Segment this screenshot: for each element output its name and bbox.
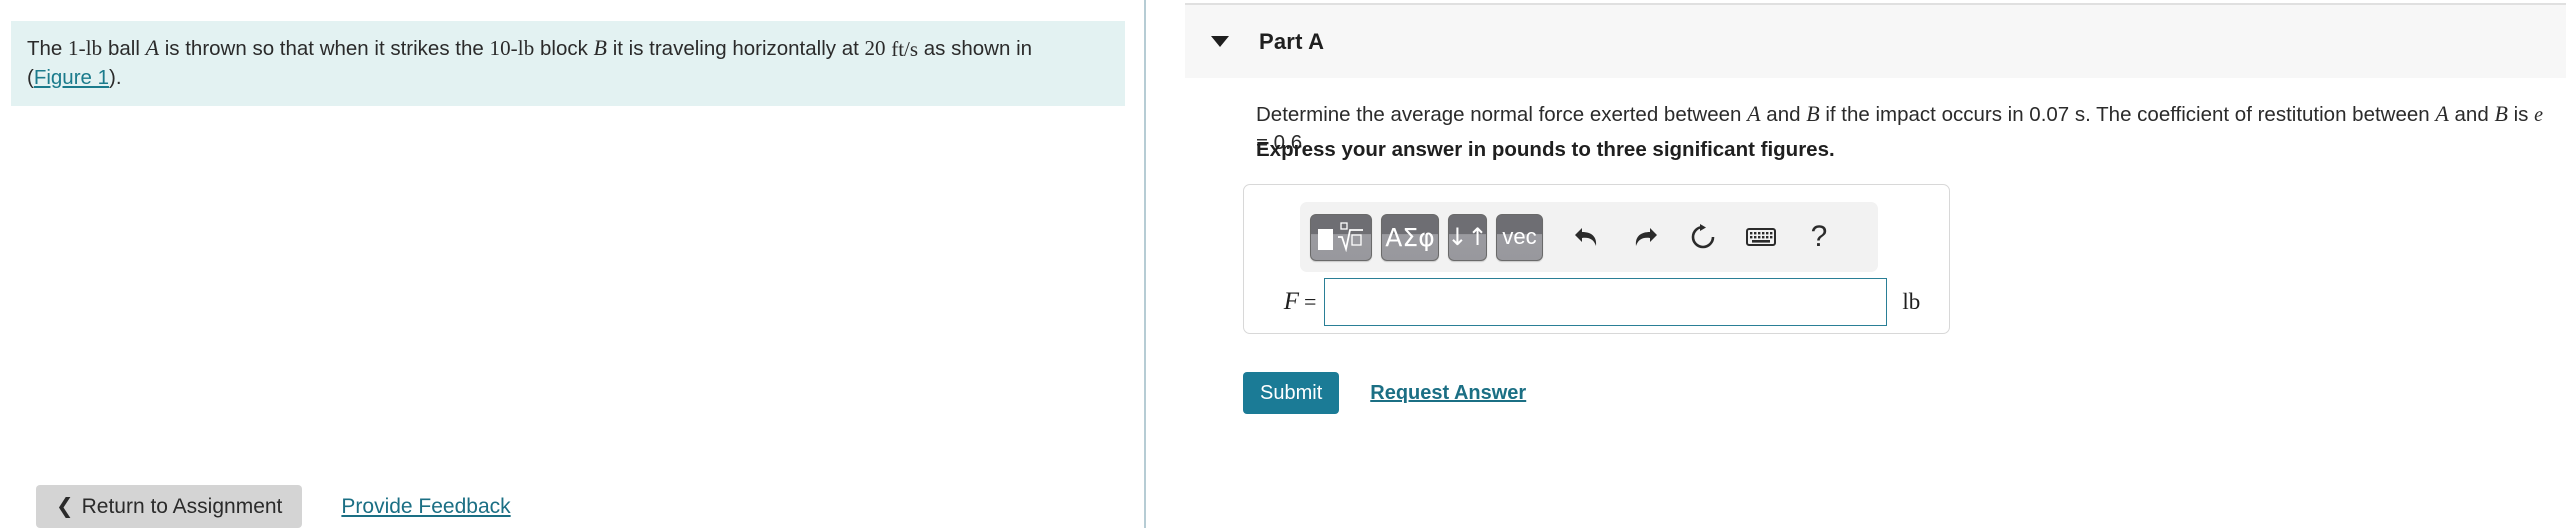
submit-row: Submit Request Answer	[1243, 372, 1526, 414]
problem-panel: The 1-lb ball A is thrown so that when i…	[0, 0, 1144, 528]
mass-b-value: 10-lb	[489, 36, 535, 60]
template-square-root-button[interactable]	[1310, 213, 1372, 261]
mass-a-value: 1-lb	[68, 36, 103, 60]
unit-label: lb	[1902, 289, 1921, 314]
return-to-assignment-label: Return to Assignment	[81, 494, 283, 518]
speed-value: 20	[864, 36, 886, 60]
paren-open: (	[27, 65, 34, 89]
speed-unit-numerator: ft	[891, 36, 905, 61]
figure-1-link[interactable]: Figure 1	[34, 66, 109, 89]
problem-text-part3: is thrown so that when it strikes the	[159, 37, 490, 60]
page-root: The 1-lb ball A is thrown so that when i…	[0, 0, 2574, 528]
part-a-header[interactable]: Part A	[1185, 3, 2566, 78]
variable-label: F	[1283, 288, 1299, 315]
sub-superscript-button[interactable]: ↓↑	[1447, 213, 1488, 261]
paren-close: ).	[109, 65, 122, 89]
answer-entry-box: ΑΣφ ↓↑ vec ? F = lb	[1243, 184, 1950, 334]
footer-row: ❮ Return to Assignment Provide Feedback	[0, 485, 511, 528]
equals-sign: =	[1304, 289, 1317, 314]
answer-panel: Part A Determine the average normal forc…	[1146, 0, 2574, 528]
question-variable-a: A	[1747, 101, 1761, 126]
problem-text-part2: ball	[102, 37, 146, 60]
reset-icon[interactable]	[1681, 215, 1725, 259]
answer-instruction: Express your answer in pounds to three s…	[1256, 138, 1835, 161]
problem-text-part4: block	[534, 37, 594, 60]
square-nth-root-icon	[1317, 222, 1365, 252]
nth-root-glyph	[1335, 222, 1365, 252]
question-part4: and	[2448, 103, 2495, 126]
speed-units: ft/s	[891, 35, 918, 63]
redo-icon[interactable]	[1623, 215, 1667, 259]
question-variable-a2: A	[2435, 101, 2449, 126]
question-part5: is	[2507, 103, 2535, 126]
variable-a: A	[145, 35, 160, 60]
answer-input[interactable]	[1324, 278, 1888, 326]
question-part2: and	[1760, 103, 1807, 126]
submit-button[interactable]: Submit	[1243, 372, 1340, 414]
problem-text-part5: it is traveling horizontally at	[607, 37, 865, 60]
provide-feedback-link[interactable]: Provide Feedback	[341, 495, 510, 519]
restitution-variable: e	[2534, 104, 2543, 126]
keyboard-icon[interactable]	[1739, 215, 1783, 259]
undo-icon[interactable]	[1565, 215, 1609, 259]
filled-square-glyph	[1317, 228, 1333, 250]
triangle-down-icon[interactable]	[1211, 36, 1229, 47]
request-answer-link[interactable]: Request Answer	[1370, 382, 1526, 405]
answer-input-row: F = lb	[1244, 273, 1949, 331]
speed-unit-denominator: s	[909, 36, 919, 61]
vector-button[interactable]: vec	[1496, 213, 1543, 261]
problem-text-part1: The	[27, 37, 69, 60]
return-to-assignment-button[interactable]: ❮ Return to Assignment	[36, 485, 303, 528]
variable-b: B	[593, 35, 607, 60]
help-icon[interactable]: ?	[1797, 215, 1841, 259]
part-title: Part A	[1259, 28, 1325, 54]
problem-text-part6: as shown in	[918, 37, 1033, 60]
question-variable-b: B	[1806, 101, 1820, 126]
question-variable-b2: B	[2494, 101, 2508, 126]
chevron-left-icon: ❮	[56, 495, 74, 518]
question-part3: if the impact occurs in 0.07 s. The coef…	[1819, 103, 2436, 126]
problem-statement: The 1-lb ball A is thrown so that when i…	[11, 21, 1125, 106]
greek-letters-button[interactable]: ΑΣφ	[1381, 213, 1439, 261]
math-toolbar: ΑΣφ ↓↑ vec ?	[1300, 202, 1878, 272]
question-part1: Determine the average normal force exert…	[1256, 103, 1748, 126]
